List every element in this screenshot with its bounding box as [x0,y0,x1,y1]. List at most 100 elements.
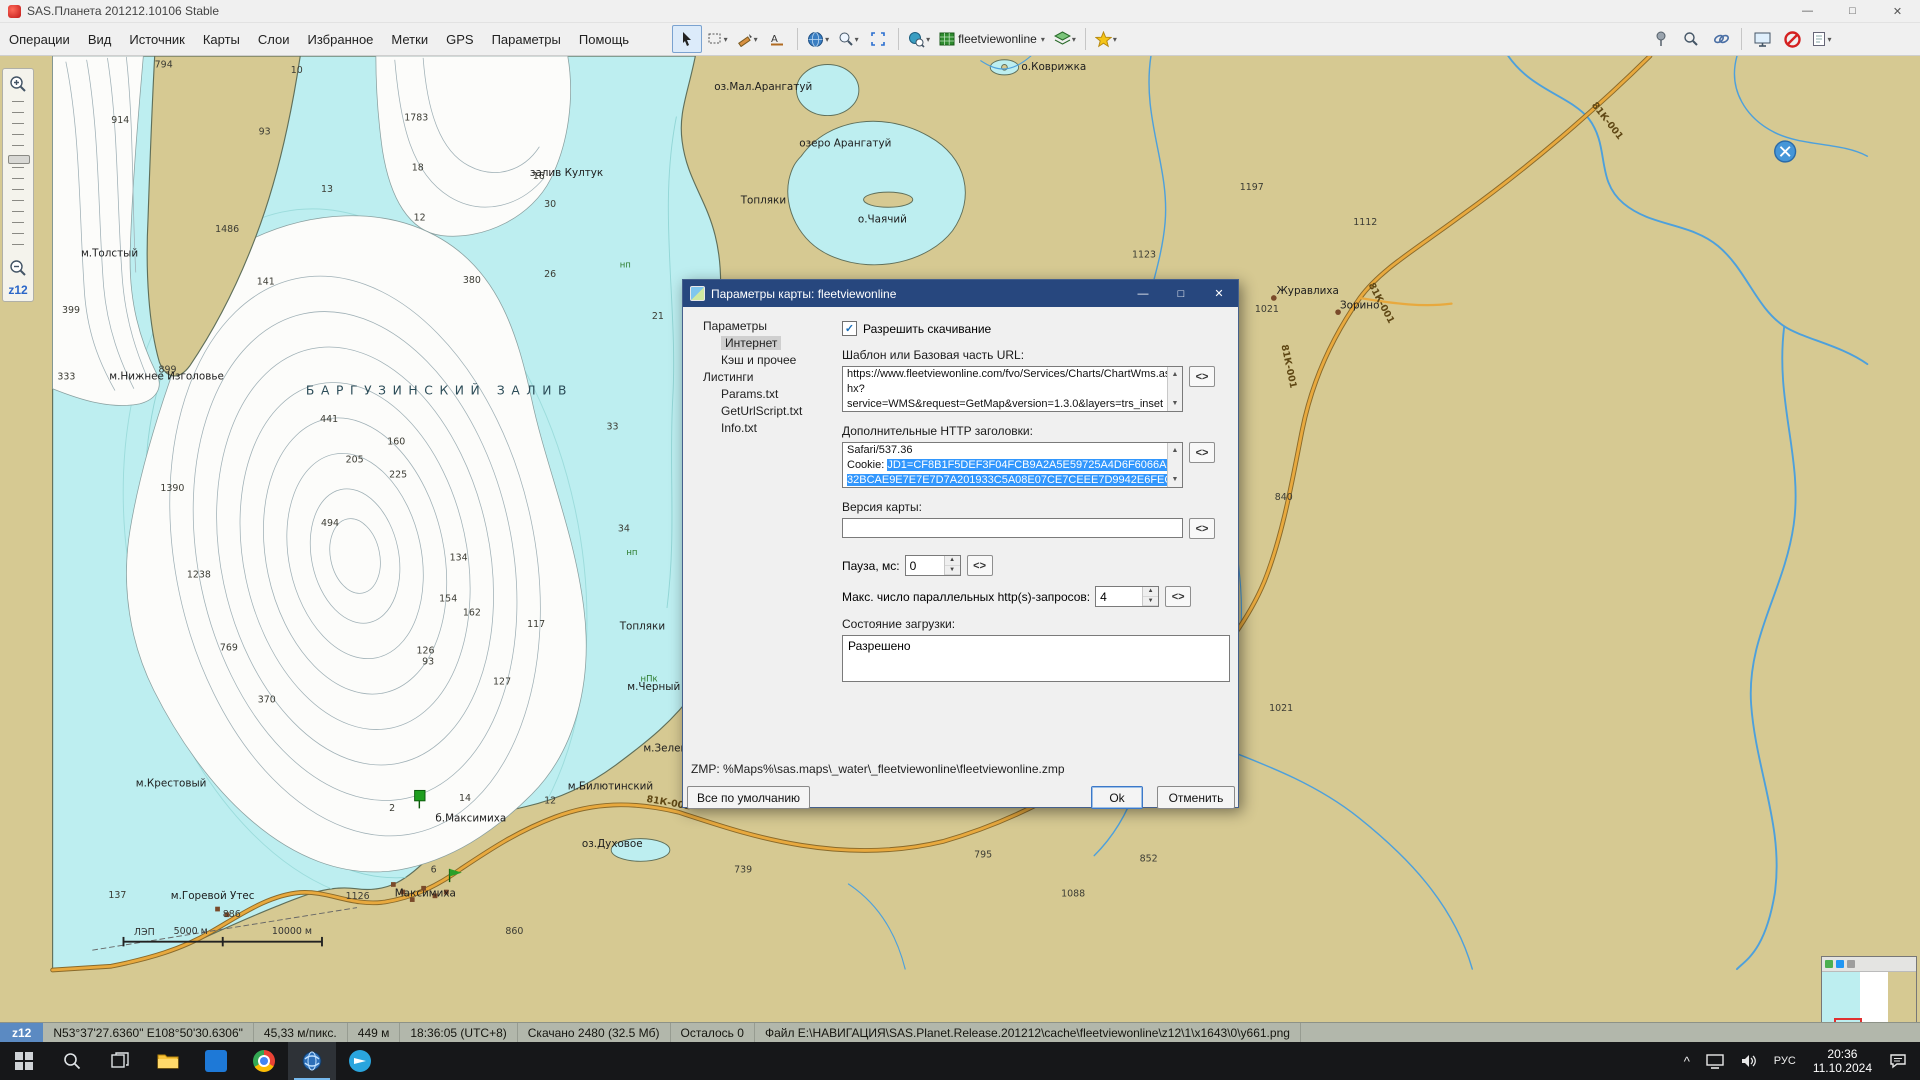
area-measure-button[interactable]: A [762,25,792,53]
max-requests-script-button[interactable]: <> [1165,586,1191,607]
language-indicator[interactable]: РУС [1767,1042,1803,1080]
task-view-button[interactable] [96,1042,144,1080]
tray-network-icon[interactable] [1699,1042,1731,1080]
statusbar-zoom-badge[interactable]: z12 [0,1023,43,1042]
dialog-maximize-button[interactable]: □ [1162,280,1200,307]
scroll-up-icon[interactable]: ▲ [1172,443,1179,458]
dialog-close-button[interactable]: ✕ [1200,280,1238,307]
zoom-in-button[interactable] [7,73,29,95]
zoom-tool-button[interactable]: ▾ [833,25,863,53]
version-script-button[interactable]: <> [1189,518,1215,539]
defaults-button[interactable]: Все по умолчанию [687,786,810,809]
map-type-selector[interactable]: fleetviewonline ▾ [934,28,1050,50]
spin-down-icon[interactable]: ▼ [1143,597,1158,607]
layers-selector-button[interactable]: ▾ [1050,25,1080,53]
tree-item-Info.txt[interactable]: Info.txt [693,419,841,436]
tree-item-Параметры[interactable]: Параметры [693,317,841,334]
menu-item-Слои[interactable]: Слои [249,28,299,51]
max-requests-spinner[interactable]: 4 ▲ ▼ [1095,586,1159,607]
pause-script-button[interactable]: <> [967,555,993,576]
globe-search-icon [908,31,925,48]
tree-item-Листинги[interactable]: Листинги [693,368,841,385]
cache-document-button[interactable]: ▾ [1807,25,1837,53]
fullscreen-button[interactable] [863,25,893,53]
overview-inset[interactable] [1821,956,1917,1022]
cursor-tool-button[interactable] [672,25,702,53]
menu-item-Метки[interactable]: Метки [382,28,437,51]
headers-scrollbar[interactable]: ▲ ▼ [1167,443,1182,487]
tray-volume-icon[interactable] [1733,1042,1765,1080]
zoom-slider[interactable] [10,101,26,251]
dialog-titlebar[interactable]: Параметры карты: fleetviewonline — □ ✕ [683,280,1238,307]
map-label: Максимиха [395,887,456,899]
maximize-button[interactable]: □ [1830,0,1875,22]
menu-item-Операции[interactable]: Операции [0,28,79,51]
tray-chevron-icon[interactable]: ^ [1677,1042,1697,1080]
globe-nav-button[interactable]: ▾ [803,25,833,53]
cancel-button[interactable]: Отменить [1157,786,1235,809]
chrome-button[interactable] [240,1042,288,1080]
menu-item-Источник[interactable]: Источник [120,28,194,51]
allow-download-checkbox[interactable]: ✓ [842,321,857,336]
notification-center-button[interactable] [1882,1042,1914,1080]
pause-spinner[interactable]: 0 ▲ ▼ [905,555,961,576]
depth-number: 333 [57,371,75,382]
selection-tool-button[interactable]: ▾ [702,25,732,53]
start-button[interactable] [0,1042,48,1080]
overview-icon-blue[interactable] [1836,960,1844,968]
disable-download-button[interactable] [1777,25,1807,53]
clock[interactable]: 20:36 11.10.2024 [1805,1047,1880,1075]
distance-measure-button[interactable]: ▾ [732,25,762,53]
favorites-button[interactable]: ▾ [1091,25,1121,53]
menu-item-GPS[interactable]: GPS [437,28,482,51]
menu-item-Параметры[interactable]: Параметры [483,28,570,51]
placemark-pin-button[interactable] [1646,25,1676,53]
taskbar-app-blue[interactable] [192,1042,240,1080]
overview-map[interactable] [1822,972,1916,1022]
menu-item-Избранное[interactable]: Избранное [299,28,383,51]
depth-number: 795 [974,850,992,861]
overview-toolbar [1822,957,1916,972]
url-textbox[interactable]: https://www.fleetviewonline.com/fvo/Serv… [842,366,1183,412]
scroll-down-icon[interactable]: ▼ [1172,396,1179,411]
search-internet-button[interactable]: ▾ [904,25,934,53]
zoom-out-button[interactable] [7,257,29,279]
download-state-label: Состояние загрузки: [842,617,1234,631]
overview-icon-green[interactable] [1825,960,1833,968]
depth-number: 117 [527,619,545,630]
screen-button[interactable] [1747,25,1777,53]
headers-script-button[interactable]: <> [1189,442,1215,463]
version-input[interactable] [842,518,1183,538]
menu-item-Вид[interactable]: Вид [79,28,121,51]
tree-item-GetUrlScript.txt[interactable]: GetUrlScript.txt [693,402,841,419]
tree-item-Params.txt[interactable]: Params.txt [693,385,841,402]
link-button[interactable] [1706,25,1736,53]
map-close-button[interactable] [1775,141,1796,162]
headers-textbox[interactable]: Safari/537.36 Cookie: JD1=CF8B1F5DEF3F04… [842,442,1183,488]
search-button[interactable] [1676,25,1706,53]
overview-icon-gray[interactable] [1847,960,1855,968]
url-script-button[interactable]: <> [1189,366,1215,387]
url-scrollbar[interactable]: ▲ ▼ [1167,367,1182,411]
minimize-button[interactable]: — [1785,0,1830,22]
file-explorer-button[interactable] [144,1042,192,1080]
sas-planet-taskbar-button[interactable] [288,1042,336,1080]
spin-up-icon[interactable]: ▲ [945,556,960,566]
download-state-box[interactable]: Разрешено [842,635,1230,682]
dialog-minimize-button[interactable]: — [1124,280,1162,307]
map-viewport[interactable]: 7941091493178318161330121486141399262138… [0,56,1920,1022]
tree-item-Кэш и прочее[interactable]: Кэш и прочее [693,351,841,368]
spin-up-icon[interactable]: ▲ [1143,587,1158,597]
close-button[interactable]: ✕ [1875,0,1920,22]
taskbar-app-messenger[interactable] [336,1042,384,1080]
scroll-up-icon[interactable]: ▲ [1172,367,1179,382]
zoom-slider-handle[interactable] [8,155,30,164]
scroll-down-icon[interactable]: ▼ [1172,472,1179,487]
menu-item-Помощь[interactable]: Помощь [570,28,638,51]
menu-item-Карты[interactable]: Карты [194,28,249,51]
tree-item-Интернет[interactable]: Интернет [693,334,841,351]
zoom-in-icon [9,75,27,93]
ok-button[interactable]: Ok [1091,786,1143,809]
spin-down-icon[interactable]: ▼ [945,566,960,576]
taskbar-search-button[interactable] [48,1042,96,1080]
